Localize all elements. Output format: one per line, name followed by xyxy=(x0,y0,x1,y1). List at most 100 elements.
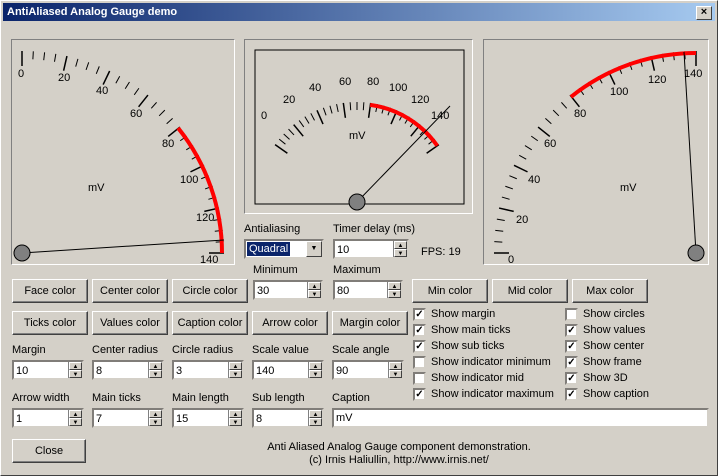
gauge-left-tick-80: 80 xyxy=(162,138,175,150)
gauge-right-tick-100: 100 xyxy=(610,86,629,98)
spin-down-icon[interactable]: ▼ xyxy=(69,370,82,378)
spin-up-icon[interactable]: ▲ xyxy=(229,362,242,370)
minimum-stepper[interactable]: 30 ▲ ▼ xyxy=(253,280,323,300)
main-tick xyxy=(537,126,551,137)
window-title: AntiAliased Analog Gauge demo xyxy=(7,6,178,18)
circle-color-button[interactable]: Circle color xyxy=(172,279,248,303)
spin-down-icon[interactable]: ▼ xyxy=(309,418,322,426)
checkbox-label: Show main ticks xyxy=(431,324,511,336)
title-bar: AntiAliased Analog Gauge demo × xyxy=(3,3,715,21)
spin-up-icon[interactable]: ▲ xyxy=(229,410,242,418)
main-tick xyxy=(426,144,440,154)
main-ticks-stepper[interactable]: 7 ▲ ▼ xyxy=(92,408,164,428)
spin-down-icon[interactable]: ▼ xyxy=(149,370,162,378)
spin-up-icon[interactable]: ▲ xyxy=(309,410,322,418)
checkbox-label: Show circles xyxy=(583,308,645,320)
max-indicator-arc xyxy=(369,102,439,147)
gauge-right-tick-20: 20 xyxy=(516,214,529,226)
main-tick xyxy=(293,124,304,137)
spin-up-icon[interactable]: ▲ xyxy=(149,410,162,418)
close-window-button[interactable]: × xyxy=(696,6,712,20)
spin-down-icon[interactable]: ▼ xyxy=(309,370,322,378)
circle-radius-stepper[interactable]: 3 ▲ ▼ xyxy=(172,360,244,380)
maximum-stepper[interactable]: 80 ▲ ▼ xyxy=(333,280,403,300)
close-button[interactable]: Close xyxy=(12,439,86,463)
sub-length-value: 8 xyxy=(256,413,263,425)
center-color-button[interactable]: Center color xyxy=(92,279,168,303)
checkbox-box[interactable] xyxy=(565,308,578,321)
spin-up-icon[interactable]: ▲ xyxy=(69,362,82,370)
sub-tick xyxy=(322,107,327,116)
spin-up-icon[interactable]: ▲ xyxy=(69,410,82,418)
checkbox-box[interactable]: ✓ xyxy=(565,356,578,369)
gauge-right-tick-120: 120 xyxy=(648,74,667,86)
center-radius-stepper[interactable]: 8 ▲ ▼ xyxy=(92,360,164,380)
mid-color-button[interactable]: Mid color xyxy=(492,279,568,303)
face-color-button[interactable]: Face color xyxy=(12,279,88,303)
spin-down-icon[interactable]: ▼ xyxy=(229,370,242,378)
maximum-value: 80 xyxy=(337,285,350,297)
gauge-left-tick-140: 140 xyxy=(200,254,219,266)
sub-tick xyxy=(304,116,310,124)
timer-stepper[interactable]: 10 ▲ ▼ xyxy=(333,239,409,259)
margin-stepper[interactable]: 10 ▲ ▼ xyxy=(12,360,84,380)
spin-down-icon[interactable]: ▼ xyxy=(388,290,401,298)
checkbox-box[interactable]: ✓ xyxy=(413,324,426,337)
main-ticks-label: Main ticks xyxy=(92,392,141,404)
checkbox-box[interactable]: ✓ xyxy=(565,340,578,353)
checkbox-box[interactable]: ✓ xyxy=(565,324,578,337)
caption-color-button[interactable]: Caption color xyxy=(172,311,248,335)
scale-angle-value: 90 xyxy=(336,365,349,377)
sub-length-stepper[interactable]: 8 ▲ ▼ xyxy=(252,408,324,428)
spin-up-icon[interactable]: ▲ xyxy=(389,362,402,370)
maximum-label: Maximum xyxy=(333,264,381,276)
sub-tick xyxy=(495,229,504,232)
max-color-button[interactable]: Max color xyxy=(572,279,648,303)
gauge-left: mV 0 20 40 60 80 100 120 140 xyxy=(11,39,235,266)
checkbox-label: Show center xyxy=(583,340,645,352)
spin-down-icon[interactable]: ▼ xyxy=(69,418,82,426)
sub-tick xyxy=(133,87,140,96)
caption-label: Caption xyxy=(332,392,370,404)
main-tick xyxy=(498,207,514,213)
margin-color-button[interactable]: Margin color xyxy=(332,311,408,335)
main-tick xyxy=(342,102,347,118)
scale-value-label: Scale value xyxy=(252,344,309,356)
chevron-down-icon[interactable]: ▼ xyxy=(306,241,322,257)
scale-angle-stepper[interactable]: 90 ▲ ▼ xyxy=(332,360,404,380)
margin-value: 10 xyxy=(16,365,29,377)
checkbox-box[interactable]: ✓ xyxy=(413,308,426,321)
spin-down-icon[interactable]: ▼ xyxy=(308,290,321,298)
spin-down-icon[interactable]: ▼ xyxy=(149,418,162,426)
checkbox-box[interactable]: ✓ xyxy=(565,388,578,401)
arrow-width-stepper[interactable]: 1 ▲ ▼ xyxy=(12,408,84,428)
caption-input[interactable]: mV xyxy=(332,408,709,428)
spin-down-icon[interactable]: ▼ xyxy=(394,249,407,257)
ticks-color-button[interactable]: Ticks color xyxy=(12,311,88,335)
sub-tick xyxy=(158,109,166,117)
values-color-button[interactable]: Values color xyxy=(92,311,168,335)
checkbox-box[interactable]: ✓ xyxy=(413,388,426,401)
spin-down-icon[interactable]: ▼ xyxy=(229,418,242,426)
antialiasing-select[interactable]: Quadral ▼ xyxy=(244,239,324,259)
main-length-label: Main length xyxy=(172,392,229,404)
min-color-button[interactable]: Min color xyxy=(412,279,488,303)
gauge-left-tick-100: 100 xyxy=(180,174,199,186)
checkbox-box[interactable]: ✓ xyxy=(413,340,426,353)
timer-label: Timer delay (ms) xyxy=(333,223,416,235)
checkbox-box[interactable] xyxy=(413,356,426,369)
spin-down-icon[interactable]: ▼ xyxy=(389,370,402,378)
checkbox-label: Show margin xyxy=(431,308,496,320)
spin-up-icon[interactable]: ▲ xyxy=(394,241,407,249)
gauge-center-tick-60: 60 xyxy=(339,76,352,88)
spin-up-icon[interactable]: ▲ xyxy=(308,282,321,290)
checkbox-box[interactable] xyxy=(413,372,426,385)
main-length-stepper[interactable]: 15 ▲ ▼ xyxy=(172,408,244,428)
spin-up-icon[interactable]: ▲ xyxy=(149,362,162,370)
checkbox-box[interactable]: ✓ xyxy=(565,372,578,385)
arrow-color-button[interactable]: Arrow color xyxy=(252,311,328,335)
gauge-right-caption: mV xyxy=(620,182,637,194)
scale-value-stepper[interactable]: 140 ▲ ▼ xyxy=(252,360,324,380)
spin-up-icon[interactable]: ▲ xyxy=(388,282,401,290)
spin-up-icon[interactable]: ▲ xyxy=(309,362,322,370)
